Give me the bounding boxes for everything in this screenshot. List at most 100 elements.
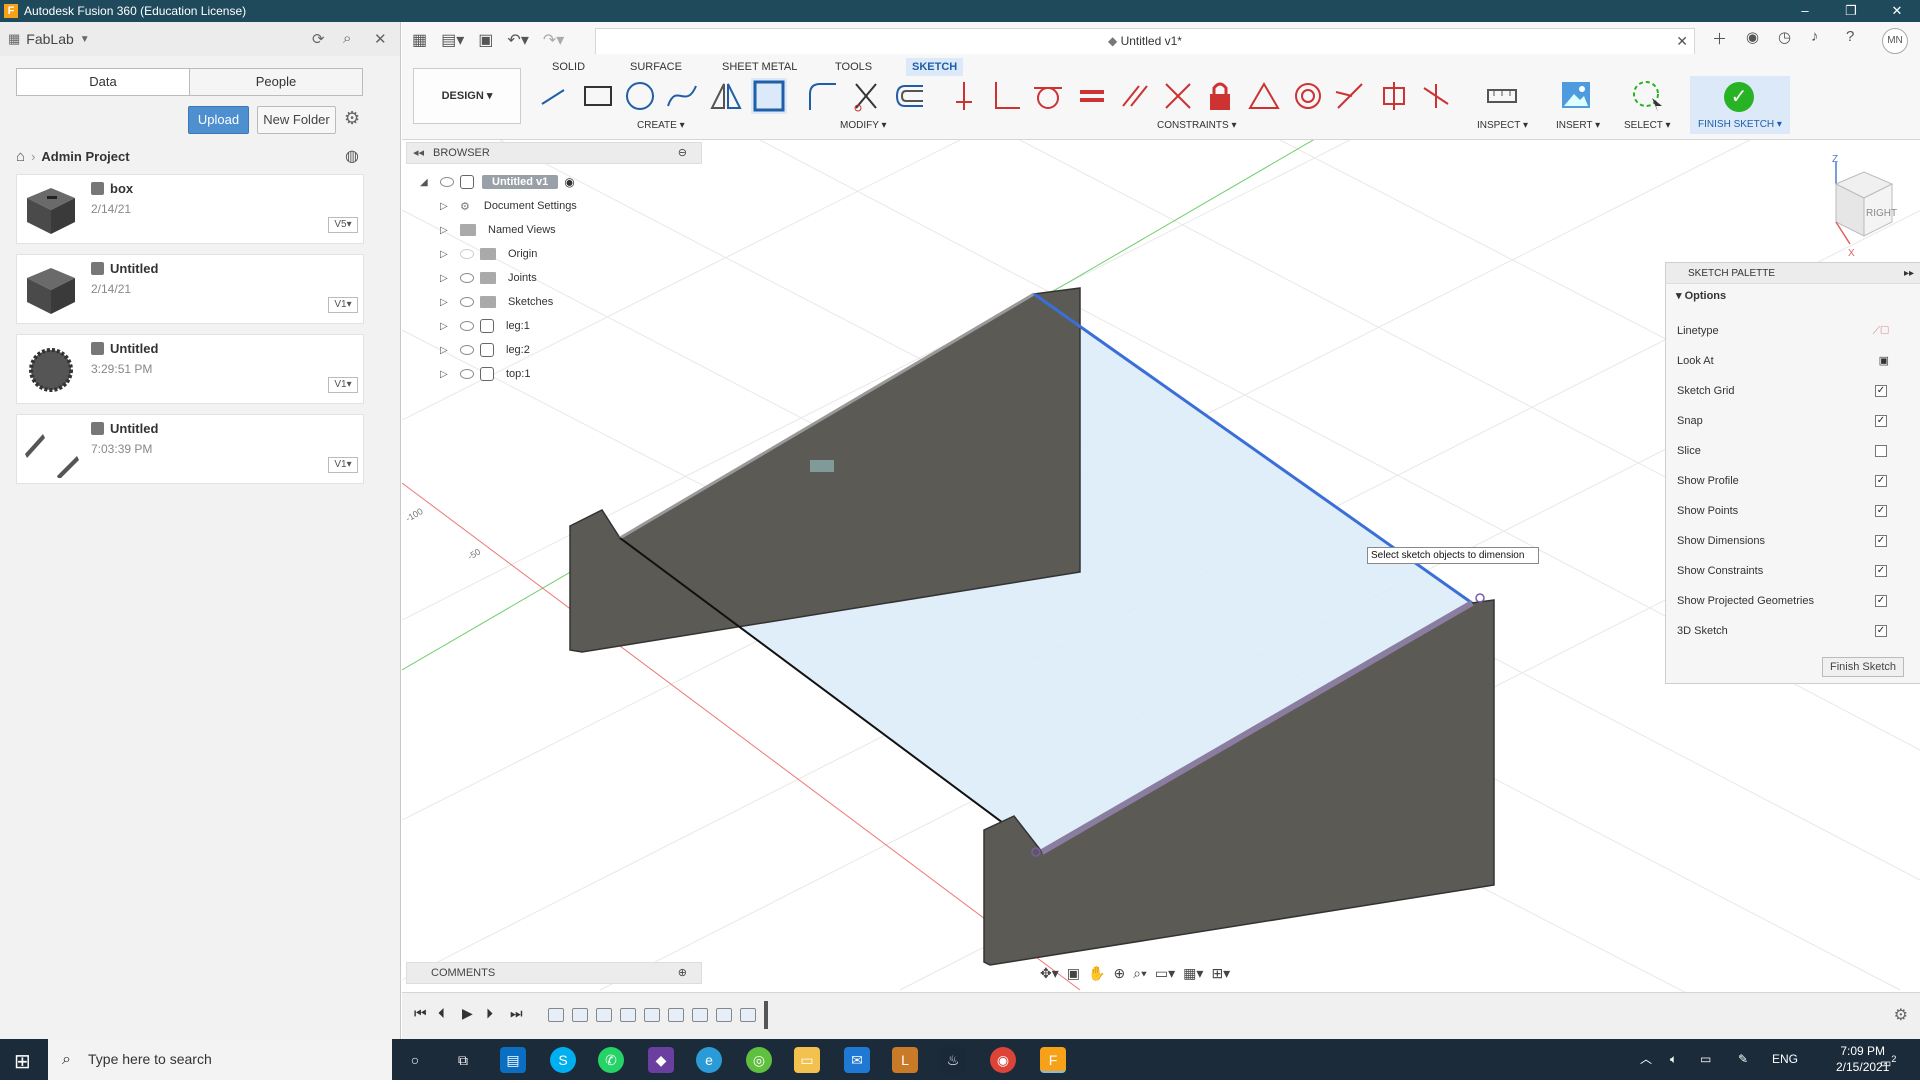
hidden-eye-icon[interactable] — [460, 249, 474, 259]
snap-checkbox[interactable]: ✓ — [1875, 415, 1887, 427]
volume-icon[interactable]: 🔈︎ — [1670, 1039, 1677, 1080]
taskbar-search[interactable]: ⌕ Type here to search — [48, 1039, 392, 1080]
timeline-feature[interactable] — [620, 1008, 636, 1022]
go-to-start-icon[interactable]: ⏮ — [414, 1005, 427, 1022]
version-dropdown[interactable]: V5▾ — [328, 217, 358, 233]
slice-checkbox[interactable] — [1875, 445, 1887, 457]
step-back-icon[interactable]: ⏴ — [438, 1005, 445, 1022]
lightroom-icon[interactable]: L — [892, 1047, 918, 1073]
concentric-constraint-icon[interactable] — [1290, 78, 1326, 114]
comments-panel[interactable]: COMMENTS ⊕ — [406, 962, 702, 984]
tray-chevron-icon[interactable]: ︿ — [1640, 1039, 1652, 1080]
browser-node-leg2[interactable]: ▷ leg:2 — [420, 338, 720, 362]
save-icon[interactable]: ▣ — [478, 30, 493, 50]
tab-people[interactable]: People — [189, 69, 362, 95]
show-points-checkbox[interactable]: ✓ — [1875, 505, 1887, 517]
options-section[interactable]: ▾ Options — [1666, 284, 1920, 309]
expand-icon[interactable]: ▷ — [440, 297, 452, 308]
store-icon[interactable]: ▤ — [500, 1047, 526, 1073]
midpoint-constraint-icon[interactable] — [1246, 78, 1282, 114]
expand-icon[interactable]: ▷ — [440, 321, 452, 332]
browser-node-top1[interactable]: ▷ top:1 — [420, 362, 720, 386]
fix-lock-icon[interactable] — [1202, 78, 1238, 114]
timeline-feature[interactable] — [740, 1008, 756, 1022]
look-at-nav-icon[interactable]: ▣ — [1067, 965, 1080, 982]
collinear-constraint-icon[interactable] — [1160, 78, 1196, 114]
browser-node-origin[interactable]: ▷ Origin — [420, 242, 720, 266]
minimize-icon[interactable]: – — [1782, 0, 1828, 22]
document-tab[interactable]: ◆ Untitled v1* ✕ — [595, 28, 1695, 54]
breadcrumb-project[interactable]: Admin Project — [41, 149, 129, 164]
minimize-browser-icon[interactable]: ⊖ — [678, 143, 687, 163]
trim-tool-icon[interactable] — [848, 78, 884, 114]
timeline-feature[interactable] — [596, 1008, 612, 1022]
line-tool-icon[interactable] — [536, 78, 572, 114]
app-purple-icon[interactable]: ◆ — [648, 1047, 674, 1073]
coincident-constraint-icon[interactable] — [946, 78, 982, 114]
offset-tool-icon[interactable] — [891, 78, 927, 114]
symmetry-constraint-icon[interactable] — [1332, 78, 1368, 114]
grid-menu-icon[interactable]: ▦ — [8, 31, 20, 47]
finish-sketch-button[interactable]: ✓ FINISH SKETCH ▾ — [1690, 76, 1790, 134]
apps-grid-icon[interactable]: ▦ — [412, 30, 427, 50]
expand-icon[interactable]: ▷ — [440, 249, 452, 260]
play-icon[interactable]: ▶ — [462, 1005, 473, 1022]
file-card[interactable]: Untitled 7:03:39 PM V1▾ — [16, 414, 364, 484]
tab-tools[interactable]: TOOLS — [829, 58, 878, 76]
user-avatar[interactable]: MN — [1882, 28, 1908, 54]
curvature-constraint-icon[interactable] — [1418, 78, 1454, 114]
new-folder-button[interactable]: New Folder — [257, 106, 336, 134]
globe-icon[interactable]: ◍ — [345, 146, 359, 166]
help-icon[interactable]: ? — [1846, 28, 1854, 45]
notifications-icon[interactable]: ♪ — [1811, 28, 1819, 45]
show-profile-checkbox[interactable]: ✓ — [1875, 475, 1887, 487]
refresh-icon[interactable]: ⟳ — [312, 30, 325, 48]
new-tab-icon[interactable]: ＋ — [1712, 28, 1727, 49]
file-menu-icon[interactable]: ▤▾ — [441, 30, 464, 50]
collapse-icon[interactable]: ◢ — [420, 177, 432, 188]
tangent-constraint-icon[interactable] — [1030, 78, 1066, 114]
timeline-marker[interactable] — [764, 1001, 768, 1029]
expand-icon[interactable]: ▷ — [440, 225, 452, 236]
tab-sheet-metal[interactable]: SHEET METAL — [716, 58, 803, 76]
select-tool-icon[interactable] — [1630, 78, 1666, 114]
visibility-eye-icon[interactable] — [460, 321, 474, 331]
browser-node-named-views[interactable]: ▷ Named Views — [420, 218, 720, 242]
browser-node-joints[interactable]: ▷ Joints — [420, 266, 720, 290]
home-icon[interactable]: ⌂ — [16, 148, 25, 165]
visibility-eye-icon[interactable] — [460, 273, 474, 283]
go-to-end-icon[interactable]: ⏭ — [510, 1005, 523, 1022]
zoom-window-icon[interactable]: ⌕▾ — [1133, 965, 1147, 982]
viewcube-face-right[interactable]: RIGHT — [1866, 208, 1897, 219]
file-card[interactable]: Untitled 2/14/21 V1▾ — [16, 254, 364, 324]
timeline-feature[interactable] — [548, 1008, 564, 1022]
look-at-icon[interactable]: ▣ — [1879, 352, 1889, 370]
project-tool-icon[interactable] — [751, 78, 787, 114]
network-icon[interactable]: ▭ — [1700, 1039, 1711, 1080]
select-menu[interactable]: SELECT ▾ — [1624, 120, 1671, 131]
version-dropdown[interactable]: V1▾ — [328, 297, 358, 313]
tab-solid[interactable]: SOLID — [546, 58, 591, 76]
steam-icon[interactable]: ♨ — [940, 1047, 966, 1073]
browser-node-document-settings[interactable]: ▷ ⚙ Document Settings — [420, 194, 720, 218]
mirror-tool-icon[interactable] — [708, 78, 744, 114]
sketch-grid-checkbox[interactable]: ✓ — [1875, 385, 1887, 397]
tab-data[interactable]: Data — [17, 69, 189, 95]
browser-root-node[interactable]: ◢ Untitled v1 ◉ — [420, 170, 720, 194]
circle-tool-icon[interactable] — [622, 78, 658, 114]
linetype-icon[interactable]: ⟋▢ — [1873, 322, 1890, 340]
timeline-feature[interactable] — [692, 1008, 708, 1022]
undo-icon[interactable]: ↶▾ — [507, 30, 528, 50]
close-icon[interactable]: ✕ — [1874, 0, 1920, 22]
step-forward-icon[interactable]: ⏵ — [486, 1005, 493, 1022]
finish-sketch-palette-button[interactable]: Finish Sketch — [1822, 657, 1904, 677]
fillet-tool-icon[interactable] — [804, 78, 840, 114]
job-status-icon[interactable]: ◷ — [1778, 28, 1791, 46]
display-settings-icon[interactable]: ▭▾ — [1155, 965, 1175, 982]
tab-surface[interactable]: SURFACE — [624, 58, 688, 76]
browser-node-sketches[interactable]: ▷ Sketches — [420, 290, 720, 314]
edge-icon[interactable]: e — [696, 1047, 722, 1073]
expand-icon[interactable]: ▷ — [440, 201, 452, 212]
version-dropdown[interactable]: V1▾ — [328, 377, 358, 393]
sketch-point[interactable] — [1475, 593, 1485, 603]
